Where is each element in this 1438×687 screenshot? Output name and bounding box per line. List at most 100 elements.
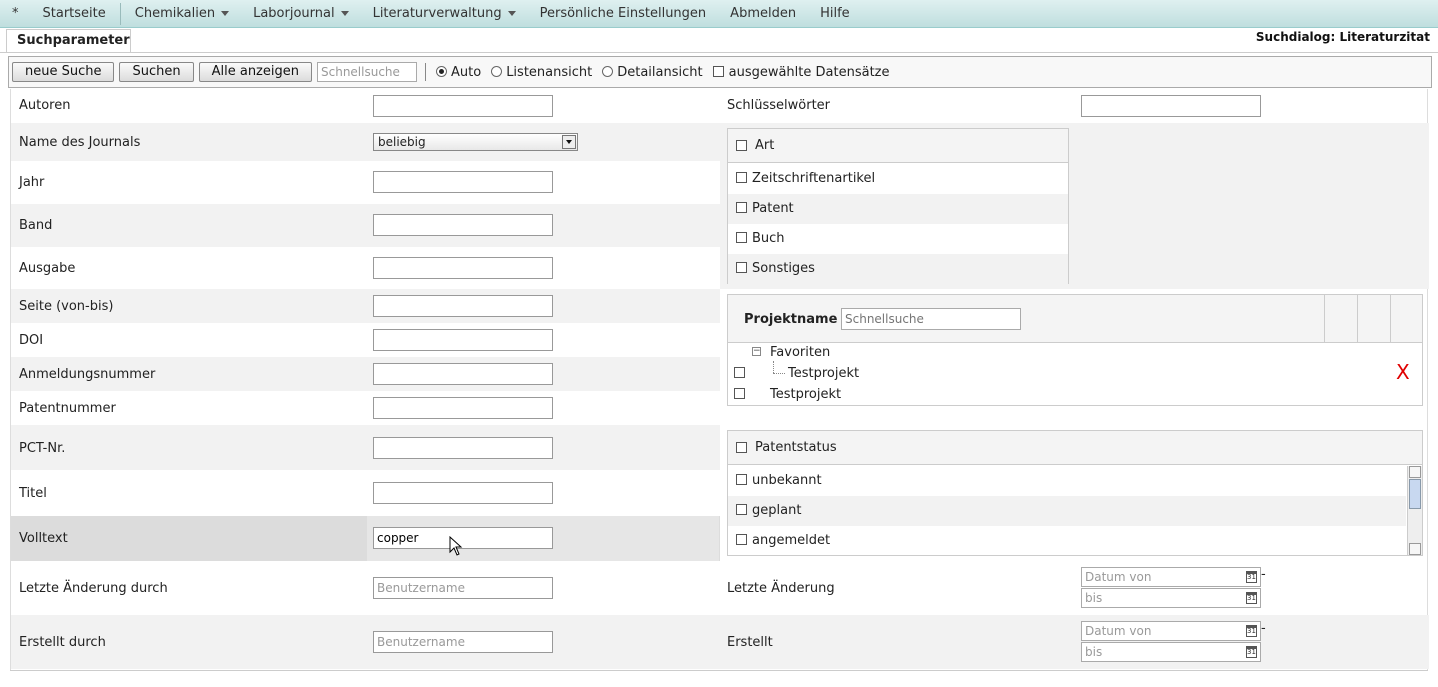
art-option[interactable]: Patent	[728, 194, 1068, 224]
tab-suchparameter[interactable]: Suchparameter	[6, 29, 131, 53]
new-search-button[interactable]: neue Suche	[12, 62, 115, 82]
ausgabe-input[interactable]	[373, 257, 553, 279]
erstellt-to-input[interactable]: bis 31	[1081, 642, 1261, 662]
selected-records-checkbox[interactable]	[712, 65, 724, 77]
pct-input[interactable]	[373, 437, 553, 459]
calendar-icon[interactable]: 31	[1246, 646, 1257, 658]
label-jahr: Jahr	[19, 175, 45, 190]
erstellt-from-input[interactable]: Datum von 31	[1081, 621, 1261, 641]
collapse-icon[interactable]: −	[752, 347, 761, 356]
scroll-up-button[interactable]	[1409, 466, 1421, 478]
art-option-checkbox[interactable]	[736, 262, 747, 273]
menu-hilfe[interactable]: Hilfe	[808, 0, 862, 28]
patentstatus-option-checkbox[interactable]	[736, 534, 747, 545]
radio-detail[interactable]	[602, 65, 614, 77]
art-option-checkbox[interactable]	[736, 202, 747, 213]
calendar-icon[interactable]: 31	[1246, 592, 1257, 604]
selected-records-label: ausgewählte Datensätze	[728, 64, 890, 80]
view-list-option[interactable]: Listenansicht	[491, 65, 592, 80]
patentstatus-option-checkbox[interactable]	[736, 474, 747, 485]
erstellt-durch-input[interactable]	[373, 631, 553, 653]
remove-x-icon[interactable]: X	[1396, 360, 1410, 384]
schluesselwoerter-input[interactable]	[1081, 95, 1261, 117]
radio-auto[interactable]	[436, 65, 447, 77]
show-all-button[interactable]: Alle anzeigen	[198, 62, 312, 82]
projekt-panel: Projektname − Favoriten Testprojekt X Te…	[727, 294, 1423, 406]
seite-input[interactable]	[373, 295, 553, 317]
search-button[interactable]: Suchen	[119, 62, 194, 82]
date-from-placeholder: Datum von	[1085, 624, 1152, 638]
scroll-down-button[interactable]	[1409, 543, 1421, 555]
view-detail-option[interactable]: Detailansicht	[602, 65, 703, 80]
art-header: Art	[728, 129, 1068, 163]
letzte-aenderung-durch-input[interactable]	[373, 577, 553, 599]
date-to-placeholder: bis	[1085, 645, 1103, 659]
radio-list[interactable]	[491, 65, 503, 77]
date-range-separator: -	[1261, 621, 1266, 636]
patentstatus-all-checkbox[interactable]	[736, 442, 747, 453]
date-from-placeholder: Datum von	[1085, 570, 1152, 584]
art-option-checkbox[interactable]	[736, 232, 747, 243]
menu-chemikalien[interactable]: Chemikalien	[123, 0, 241, 28]
art-option-checkbox[interactable]	[736, 172, 747, 183]
menu-star[interactable]: *	[0, 0, 31, 28]
label-seite: Seite (von-bis)	[19, 299, 114, 314]
label-schluesselwoerter: Schlüsselwörter	[727, 98, 831, 113]
scrollbar[interactable]	[1407, 466, 1422, 555]
projekt-search-input[interactable]	[841, 308, 1021, 330]
label-anmeldungsnummer: Anmeldungsnummer	[19, 367, 156, 382]
art-option[interactable]: Zeitschriftenartikel	[728, 164, 1068, 194]
calendar-icon[interactable]: 31	[1246, 571, 1257, 583]
menu-separator	[119, 2, 121, 25]
patentstatus-option-label: angemeldet	[752, 533, 831, 548]
art-option[interactable]: Buch	[728, 224, 1068, 254]
menu-startseite[interactable]: Startseite	[31, 0, 118, 28]
patentstatus-header-label: Patentstatus	[755, 440, 837, 455]
titel-input[interactable]	[373, 482, 553, 504]
patentnummer-input[interactable]	[373, 397, 553, 419]
testprojekt-checkbox[interactable]	[734, 388, 745, 399]
volltext-input[interactable]	[373, 527, 553, 549]
scroll-thumb[interactable]	[1409, 479, 1421, 509]
menu-einstellungen[interactable]: Persönliche Einstellungen	[528, 0, 719, 28]
label-titel: Titel	[19, 486, 47, 501]
art-all-checkbox[interactable]	[736, 140, 747, 151]
menu-literaturverwaltung[interactable]: Literaturverwaltung	[361, 0, 528, 28]
row-band: Band	[11, 204, 720, 247]
menu-abmelden[interactable]: Abmelden	[718, 0, 808, 28]
selected-records-option[interactable]: ausgewählte Datensätze	[712, 64, 890, 80]
patentstatus-option[interactable]: unbekannt	[728, 466, 1406, 496]
date-to-placeholder: bis	[1085, 591, 1103, 605]
label-patentnummer: Patentnummer	[19, 401, 116, 416]
patentstatus-option[interactable]: angemeldet	[728, 526, 1406, 556]
patentstatus-option-label: geplant	[752, 503, 802, 518]
divider	[10, 670, 1428, 671]
art-option[interactable]: Sonstiges	[728, 254, 1068, 284]
letzte-aenderung-to-input[interactable]: bis 31	[1081, 588, 1261, 608]
jahr-input[interactable]	[373, 171, 553, 193]
tree-item-testprojekt-root[interactable]: Testprojekt	[770, 387, 841, 402]
view-auto-label: Auto	[451, 64, 482, 80]
search-toolbar: neue Suche Suchen Alle anzeigen Auto Lis…	[8, 56, 1432, 88]
band-input[interactable]	[373, 214, 553, 236]
quicksearch-input[interactable]	[317, 62, 417, 82]
row-ausgabe: Ausgabe	[11, 247, 720, 289]
menu-laborjournal[interactable]: Laborjournal	[241, 0, 361, 28]
chevron-down-icon	[507, 10, 516, 16]
column-divider	[1324, 295, 1325, 342]
journal-select[interactable]: beliebig	[373, 133, 578, 151]
tree-item-testprojekt[interactable]: Testprojekt	[788, 366, 859, 381]
testprojekt-fav-checkbox[interactable]	[734, 367, 745, 378]
row-erstellt-durch: Erstellt durch	[11, 615, 720, 669]
toolbar-separator	[425, 63, 426, 81]
tree-group-favoriten[interactable]: Favoriten	[770, 345, 830, 360]
anmeldungsnummer-input[interactable]	[373, 363, 553, 385]
patentstatus-option-checkbox[interactable]	[736, 504, 747, 515]
patentstatus-option[interactable]: geplant	[728, 496, 1406, 526]
chevron-down-icon	[562, 135, 576, 149]
view-auto-option[interactable]: Auto	[436, 65, 481, 80]
calendar-icon[interactable]: 31	[1246, 625, 1257, 637]
letzte-aenderung-from-input[interactable]: Datum von 31	[1081, 567, 1261, 587]
autoren-input[interactable]	[373, 95, 553, 117]
doi-input[interactable]	[373, 329, 553, 351]
